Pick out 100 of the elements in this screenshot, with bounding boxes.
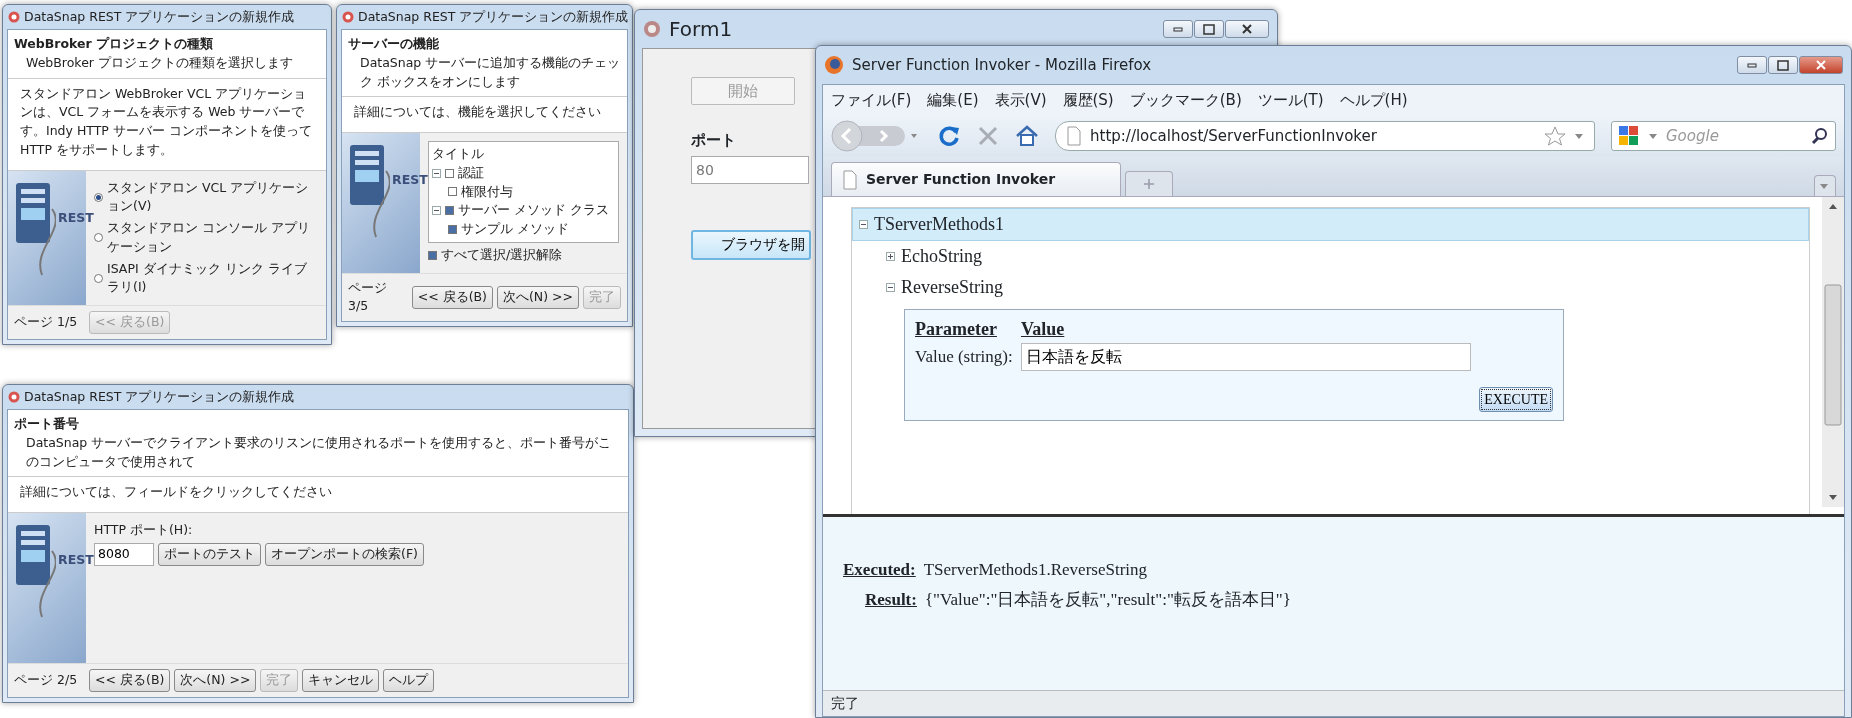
minimize-button[interactable]	[1163, 20, 1193, 38]
tab-list-button[interactable]	[1814, 175, 1836, 196]
maximize-button[interactable]	[1768, 56, 1798, 74]
star-icon	[1544, 126, 1566, 146]
maximize-icon	[1202, 23, 1216, 35]
result-value: {"Value":"日本語を反転","result":"転反を語本日"}	[924, 588, 1291, 611]
app-icon	[643, 20, 661, 38]
page-indicator: ページ 3/5	[348, 278, 388, 316]
menu-item[interactable]: ブックマーク(B)	[1129, 88, 1242, 112]
tree-item[interactable]: サーバー メソッド クラス	[458, 201, 609, 220]
wizard-button[interactable]: ヘルプ	[383, 669, 435, 692]
caret-icon	[1574, 132, 1584, 140]
image-label: REST	[58, 551, 94, 569]
wizard-button[interactable]: << 戻る(B)	[411, 285, 493, 309]
minimize-button[interactable]	[1737, 56, 1767, 74]
search-engine-icon	[1618, 125, 1640, 147]
window-title: Server Function Invoker - Mozilla Firefox	[852, 54, 1152, 76]
port-field[interactable]: 80	[691, 155, 809, 184]
parameter-input[interactable]: 日本語を反転	[1020, 343, 1471, 371]
column-header: Parameter	[915, 318, 997, 341]
page-icon	[842, 169, 858, 190]
result-label: Result:	[865, 588, 917, 611]
status-text: 完了	[831, 695, 859, 711]
checkbox[interactable]	[445, 168, 454, 178]
action-button[interactable]: ポートのテスト	[158, 542, 261, 566]
page-subheading: WebBroker プロジェクトの種類を選択します	[25, 53, 294, 72]
action-button[interactable]: オープンポートの検索(F)	[265, 542, 424, 566]
description-text: スタンドアロン WebBroker VCL アプリケーションは、VCL フォームを表示する Web サーバーです。Indy HTTP サーバー コンポーネントを使って HTTP をサポートします。	[19, 84, 313, 159]
expander[interactable]	[886, 252, 895, 261]
page-subheading: DataSnap サーバーに追加する機能のチェック ボックスをオンにします	[359, 53, 621, 91]
option-label: ISAPI ダイナミック リンク ライブラリ(I)	[107, 259, 308, 297]
option-label: スタンドアロン コンソール アプリケーション	[107, 219, 311, 256]
radio-button[interactable]	[94, 233, 103, 243]
tree-row[interactable]: TServerMethods1	[852, 208, 1809, 241]
page-icon	[1066, 126, 1082, 146]
app-icon	[8, 11, 20, 23]
window-title: DataSnap REST アプリケーションの新規作成	[24, 387, 295, 406]
plus-icon	[1143, 178, 1155, 190]
close-button[interactable]	[1799, 56, 1843, 74]
parameter-name: Value (string):	[915, 346, 1013, 369]
image-label: REST	[392, 171, 428, 189]
browser-tab[interactable]: Server Function Invoker	[831, 162, 1121, 196]
checkbox[interactable]	[445, 206, 454, 216]
image-label: REST	[58, 208, 94, 227]
stop-icon	[977, 125, 999, 147]
menu-item[interactable]: ファイル(F)	[831, 88, 912, 112]
menu-item[interactable]: 履歴(S)	[1062, 88, 1114, 112]
radio-button[interactable]	[94, 273, 103, 283]
column-header: Value	[1020, 318, 1065, 341]
tree-item[interactable]: TServerMethods1	[874, 211, 1004, 238]
url-text: http://localhost/ServerFunctionInvoker	[1090, 125, 1378, 147]
result-label: Executed:	[843, 559, 916, 581]
wizard-button[interactable]: 次へ(N) >>	[496, 285, 579, 309]
page-indicator: ページ 1/5	[14, 313, 78, 331]
open-browser-button[interactable]: ブラウザを開	[691, 229, 811, 260]
option-label: スタンドアロン VCL アプリケーション(V)	[107, 178, 310, 216]
caret-icon	[1819, 182, 1829, 190]
page-heading: サーバーの機能	[348, 35, 440, 53]
tree-item[interactable]: 認証	[458, 163, 484, 183]
menu-item[interactable]: 表示(V)	[994, 88, 1047, 112]
checkbox[interactable]	[448, 187, 457, 197]
wizard-button[interactable]: 次へ(N) >>	[174, 669, 257, 692]
port-field[interactable]: 8080	[94, 542, 154, 566]
execute-button[interactable]: EXECUTE	[1479, 387, 1553, 412]
tree-item[interactable]: 権限付与	[461, 182, 513, 202]
window-title: Form1	[669, 16, 733, 43]
radio-button[interactable]	[94, 192, 103, 202]
expander[interactable]	[432, 206, 441, 216]
menu-item[interactable]: 編集(E)	[927, 88, 979, 112]
checkbox[interactable]	[448, 224, 457, 234]
close-icon	[1240, 23, 1254, 35]
description-text: 詳細については、フィールドをクリックしてください	[19, 483, 333, 502]
field-label: ポート	[691, 130, 736, 151]
wizard-button[interactable]: キャンセル	[302, 669, 380, 692]
search-icon	[1811, 127, 1829, 145]
tree-item[interactable]: EchoString	[901, 243, 982, 270]
expander[interactable]	[859, 220, 868, 229]
menu-item[interactable]: ツール(T)	[1257, 88, 1324, 112]
tree-item[interactable]: ReverseString	[901, 274, 1003, 301]
wizard-button[interactable]: << 戻る(B)	[89, 669, 171, 692]
menu-item[interactable]: ヘルプ(H)	[1339, 88, 1408, 112]
firefox-icon	[824, 55, 844, 75]
search-placeholder: Google	[1666, 125, 1720, 147]
close-icon	[1814, 59, 1828, 71]
app-icon	[342, 11, 354, 23]
app-icon	[8, 391, 20, 403]
maximize-button[interactable]	[1194, 20, 1224, 38]
caret-icon	[1648, 132, 1658, 140]
expander[interactable]	[432, 168, 441, 178]
close-button[interactable]	[1225, 20, 1269, 38]
page-heading: WebBroker プロジェクトの種類	[14, 35, 215, 53]
checkbox[interactable]	[428, 250, 437, 260]
window-title: DataSnap REST アプリケーションの新規作成	[24, 7, 295, 26]
url-field[interactable]: http://localhost/ServerFunctionInvoker	[1055, 121, 1595, 151]
result-value: TServerMethods1.ReverseString	[923, 559, 1148, 581]
page-indicator: ページ 2/5	[14, 671, 78, 689]
reload-icon	[937, 124, 961, 148]
expander[interactable]	[886, 283, 895, 292]
tree-item[interactable]: サンプル メソッド	[461, 220, 569, 239]
field-label: HTTP ポート(H):	[94, 521, 194, 539]
